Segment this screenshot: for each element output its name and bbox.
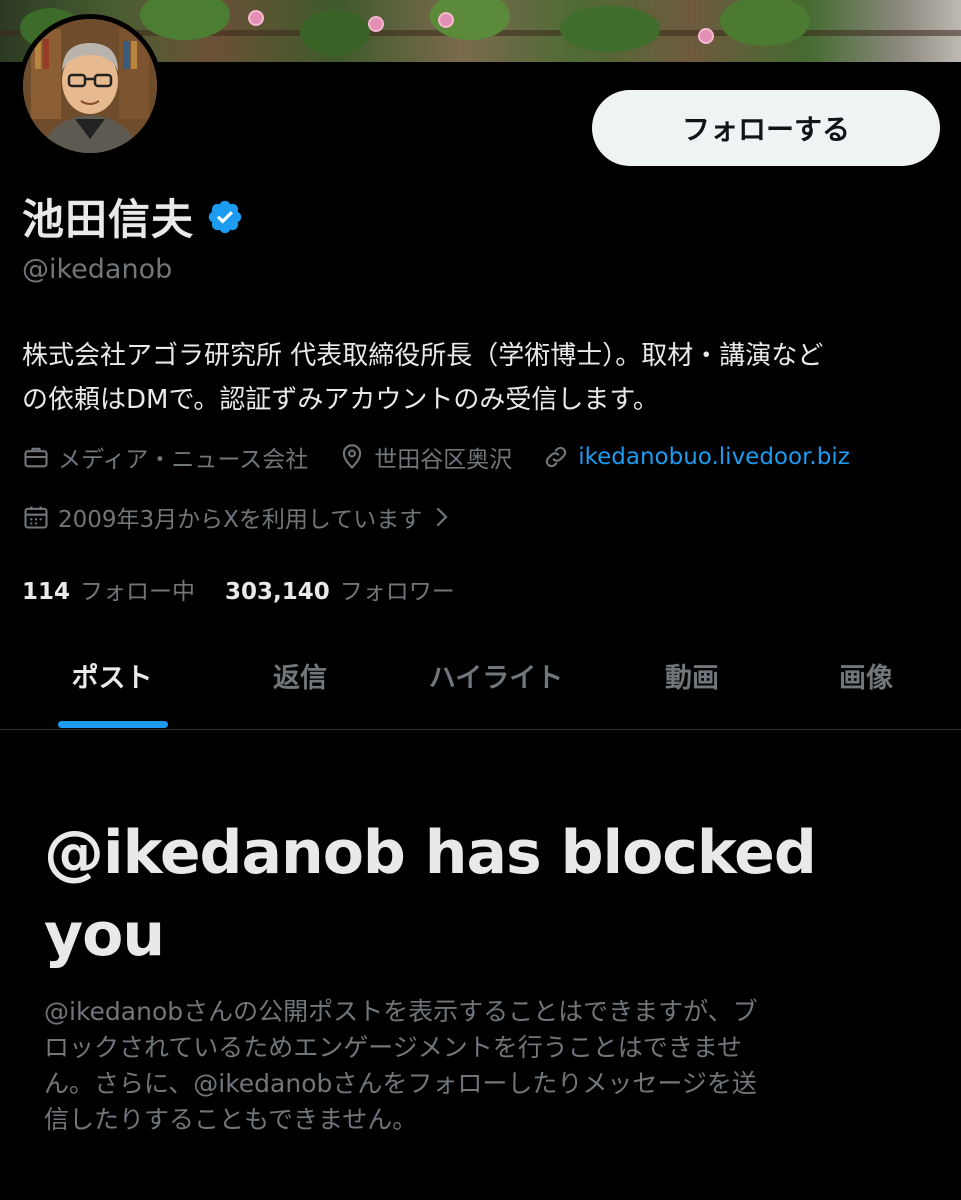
handle: @ikedanob xyxy=(22,254,173,285)
tab-replies[interactable]: 返信 xyxy=(273,656,327,695)
website-item[interactable]: ikedanobuo.livedoor.biz xyxy=(542,443,850,471)
blocked-description: @ikedanobさんの公開ポストを表示することはできますが、ブ ロックされてい… xyxy=(44,994,924,1138)
profile-page: フォローする 池田信夫 @ikedanob 株式会社アゴラ研究所 代表取締役所長… xyxy=(0,0,961,1200)
blocked-description-line: ロックされているためエンゲージメントを行うことはできませ xyxy=(44,1033,743,1062)
bio: 株式会社アゴラ研究所 代表取締役所長（学術博士）。取材・講演など の依頼はDMで… xyxy=(22,334,942,422)
bio-line: 株式会社アゴラ研究所 代表取締役所長（学術博士）。取材・講演など xyxy=(22,341,824,371)
tab-media[interactable]: 画像 xyxy=(839,656,893,695)
location-pin-icon xyxy=(343,444,362,469)
verified-badge-icon[interactable] xyxy=(206,198,244,236)
following-label[interactable]: フォロー中 xyxy=(80,572,195,606)
name-row: 池田信夫 xyxy=(22,186,244,247)
avatar[interactable] xyxy=(18,14,162,158)
joined-row[interactable]: 2009年3月からXを利用しています xyxy=(22,500,460,534)
following-count[interactable]: 114 xyxy=(22,579,70,605)
calendar-icon xyxy=(24,506,48,529)
avatar-image xyxy=(23,19,157,153)
display-name: 池田信夫 xyxy=(22,195,195,244)
tab-videos[interactable]: 動画 xyxy=(665,656,719,695)
briefcase-icon xyxy=(24,447,48,468)
category-item: メディア・ニュース会社 xyxy=(22,440,308,474)
location-item: 世田谷区奥沢 xyxy=(338,440,512,474)
profile-meta: メディア・ニュース会社 世田谷区奥沢 ikedanobuo.livedoor.b… xyxy=(22,440,850,474)
followers-label[interactable]: フォロワー xyxy=(340,572,455,606)
website-link[interactable]: ikedanobuo.livedoor.biz xyxy=(578,444,850,470)
blocked-title-line: @ikedanob has blocked xyxy=(44,818,817,888)
tab-posts[interactable]: ポスト xyxy=(72,656,153,695)
follow-stats: 114 フォロー中 303,140 フォロワー xyxy=(22,572,485,606)
blocked-description-line: ん。さらに、@ikedanobさんをフォローしたりメッセージを送 xyxy=(44,1069,757,1098)
blocked-description-line: @ikedanobさんの公開ポストを表示することはできますが、ブ xyxy=(44,997,758,1026)
location-text: 世田谷区奥沢 xyxy=(374,447,513,473)
bio-line: の依頼はDMで。認証ずみアカウントのみ受信します。 xyxy=(22,385,659,415)
category-text: メディア・ニュース会社 xyxy=(58,447,309,473)
joined-text: 2009年3月からXを利用しています xyxy=(58,507,423,533)
followers-count[interactable]: 303,140 xyxy=(225,579,330,605)
blocked-title: @ikedanob has blocked you xyxy=(44,812,924,976)
active-tab-indicator xyxy=(58,721,168,728)
blocked-title-line: you xyxy=(44,900,165,970)
tab-highlights[interactable]: ハイライト xyxy=(429,656,563,695)
chevron-right-icon xyxy=(437,507,448,527)
link-icon xyxy=(546,446,567,468)
blocked-description-line: 信したりすることもできません。 xyxy=(44,1105,418,1134)
follow-button[interactable]: フォローする xyxy=(592,90,940,166)
profile-tabs: ポスト 返信 ハイライト 動画 画像 xyxy=(0,640,961,730)
